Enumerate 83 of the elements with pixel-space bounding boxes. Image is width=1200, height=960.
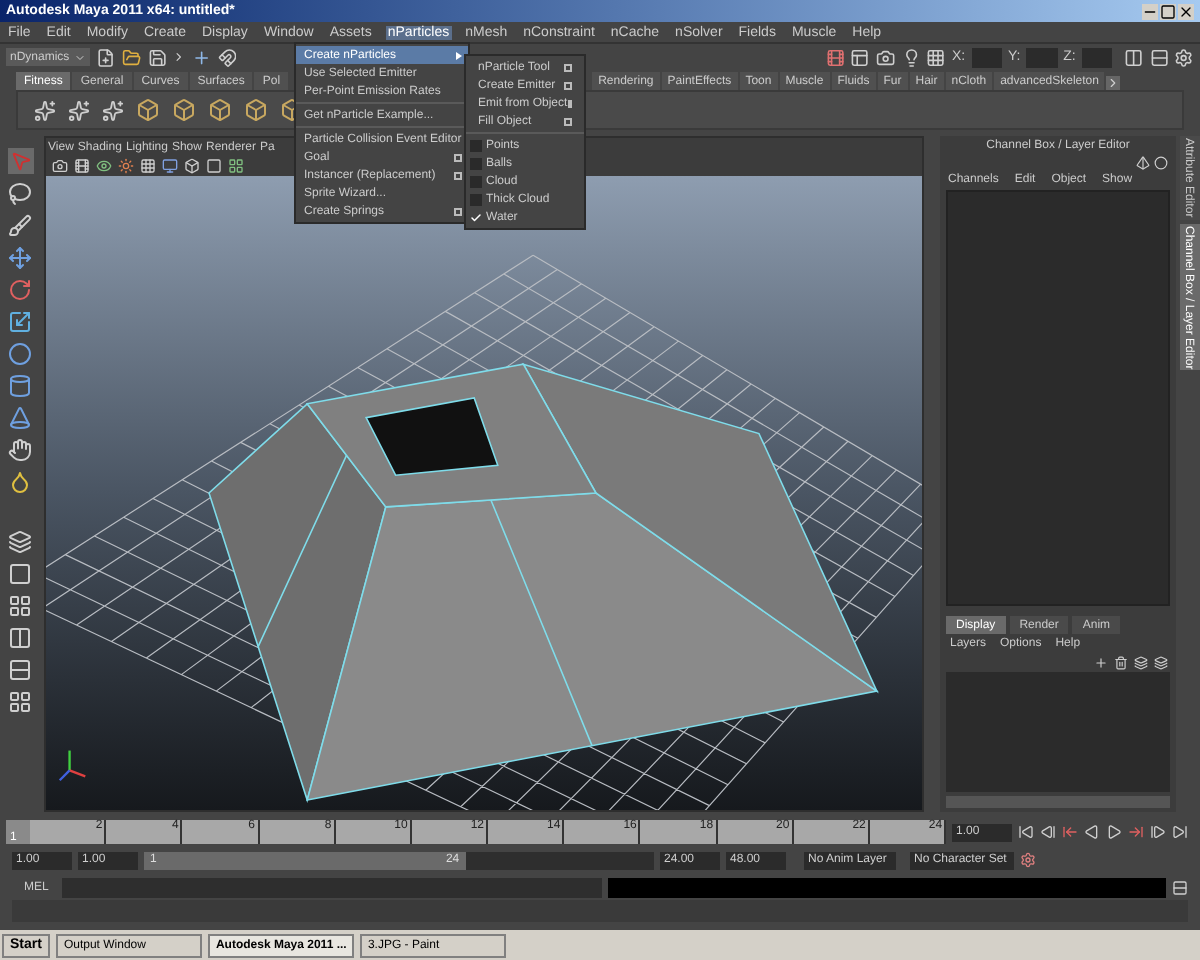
- checkbox[interactable]: [470, 175, 482, 187]
- eye-icon[interactable]: [96, 158, 112, 174]
- film-icon[interactable]: [825, 47, 845, 67]
- x-input-field[interactable]: [971, 47, 1002, 67]
- box-icon[interactable]: [208, 98, 232, 122]
- sphere-icon[interactable]: [8, 342, 32, 366]
- axis-gizmo-icon: [58, 750, 86, 782]
- option-box-icon[interactable]: [564, 63, 572, 71]
- trash-icon[interactable]: [1114, 655, 1128, 669]
- sparkles-icon[interactable]: [34, 99, 56, 121]
- move-icon[interactable]: [8, 246, 32, 270]
- sun-icon[interactable]: [118, 158, 134, 174]
- light-bulb-icon[interactable]: [901, 47, 921, 67]
- checkbox[interactable]: [470, 193, 482, 205]
- option-box-icon[interactable]: [453, 207, 462, 215]
- skip-to-start-icon[interactable]: [1018, 824, 1034, 840]
- panel-layout-icon[interactable]: [1124, 47, 1144, 67]
- brush-icon[interactable]: [8, 214, 32, 238]
- camera-icon[interactable]: [52, 158, 68, 174]
- pyramid-icon[interactable]: [1136, 156, 1150, 170]
- step-forward-icon[interactable]: [1150, 824, 1166, 840]
- two-pane-icon[interactable]: [8, 626, 32, 650]
- layers-icon[interactable]: [1154, 655, 1168, 669]
- film-icon[interactable]: [74, 158, 90, 174]
- cone-icon[interactable]: [8, 406, 32, 430]
- step-forward-key-icon[interactable]: [1128, 824, 1144, 840]
- preferences-icon[interactable]: [1020, 852, 1036, 868]
- grid-layout-icon[interactable]: [228, 158, 244, 174]
- checkbox[interactable]: [470, 139, 482, 151]
- checkbox[interactable]: [470, 157, 482, 169]
- option-box-icon[interactable]: [564, 117, 572, 125]
- hand-icon[interactable]: [8, 438, 32, 462]
- box-icon[interactable]: [244, 98, 268, 122]
- close-icon[interactable]: [1178, 3, 1194, 19]
- single-pane-icon[interactable]: [8, 562, 32, 586]
- stacked-pane-icon[interactable]: [8, 658, 32, 682]
- scrollbar[interactable]: [946, 796, 1170, 808]
- sparkles-icon[interactable]: [102, 99, 124, 121]
- square-icon[interactable]: [206, 158, 222, 174]
- minimize-icon[interactable]: [1142, 3, 1158, 19]
- four-pane-icon[interactable]: [8, 594, 32, 618]
- cylinder-icon[interactable]: [8, 374, 32, 398]
- layout-icon[interactable]: [850, 47, 871, 67]
- skip-to-end-icon[interactable]: [1172, 824, 1188, 840]
- settings-icon[interactable]: [1174, 47, 1195, 67]
- scroll-right-icon[interactable]: [1106, 76, 1121, 90]
- maximize-icon[interactable]: [1160, 3, 1176, 19]
- folder-icon[interactable]: [122, 47, 142, 67]
- layers-icon[interactable]: [8, 530, 32, 554]
- checkbox[interactable]: [470, 211, 482, 223]
- option-box-icon[interactable]: [564, 81, 572, 89]
- y-input-field[interactable]: [1026, 47, 1058, 67]
- sparkles-icon[interactable]: [68, 99, 90, 121]
- script-editor-icon[interactable]: [1172, 879, 1188, 895]
- option-box-icon[interactable]: [453, 153, 462, 161]
- box-icon[interactable]: [184, 158, 200, 174]
- lasso-icon[interactable]: [8, 182, 32, 206]
- option-box-icon[interactable]: [453, 171, 462, 179]
- save-icon[interactable]: [147, 47, 167, 67]
- grid-icon[interactable]: [926, 47, 946, 67]
- droplet-icon[interactable]: [8, 470, 32, 494]
- rotate-icon[interactable]: [8, 278, 32, 302]
- step-back-icon[interactable]: [1040, 824, 1056, 840]
- play-backwards-icon[interactable]: [1084, 824, 1100, 840]
- rows-icon[interactable]: [1149, 47, 1169, 67]
- grid-layout-icon[interactable]: [8, 690, 32, 714]
- camera-icon[interactable]: [876, 47, 896, 67]
- monitor-icon[interactable]: [162, 158, 178, 174]
- play-icon[interactable]: [1106, 824, 1122, 840]
- new-file-icon[interactable]: [96, 47, 117, 67]
- z-input-field[interactable]: [1081, 47, 1113, 67]
- new-layer-icon[interactable]: [1094, 655, 1108, 669]
- option-box-icon[interactable]: [567, 99, 572, 107]
- layers-icon[interactable]: [1134, 655, 1148, 669]
- plus-icon[interactable]: [192, 47, 212, 67]
- circle-icon[interactable]: [1154, 156, 1168, 170]
- box-icon[interactable]: [136, 98, 160, 122]
- step-back-key-icon[interactable]: [1062, 824, 1078, 840]
- grid-icon[interactable]: [140, 158, 156, 174]
- chevron-icon[interactable]: [172, 50, 187, 64]
- scale-icon[interactable]: [8, 310, 32, 334]
- magnet-icon[interactable]: [217, 47, 237, 67]
- box-icon[interactable]: [172, 98, 196, 122]
